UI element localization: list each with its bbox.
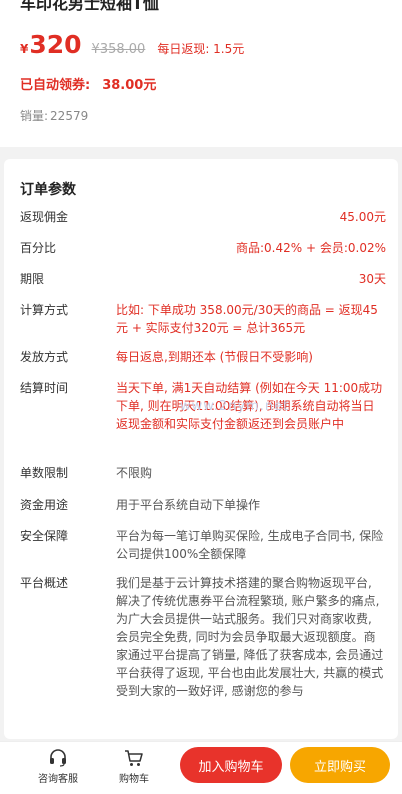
param-label: 返现佣金 <box>20 210 69 224</box>
param-label: 期限 <box>20 272 45 286</box>
buy-now-button[interactable]: 立即购买 <box>290 747 390 783</box>
price-row: ¥ 320 ¥358.00 每日返现: 1.5元 <box>20 30 244 64</box>
bottom-action-bar: 咨询客服 购物车 加入购物车 立即购买 <box>0 741 402 794</box>
param-label: 平台概述 <box>20 576 69 590</box>
sales-info: 销量: 22579 <box>20 107 88 124</box>
coupon-amount: 38.00元 <box>102 78 157 93</box>
coupon-label: 已自动领券: <box>20 78 91 93</box>
customer-service-label: 咨询客服 <box>38 774 78 785</box>
param-label: 安全保障 <box>20 529 69 543</box>
daily-cashback: 每日返现: 1.5元 <box>157 42 245 56</box>
param-value: 每日返息,到期还本 (节假日不受影响) <box>116 350 313 364</box>
headset-icon <box>50 749 66 767</box>
param-value: 用于平台系统自动下单操作 <box>116 498 261 512</box>
param-value: 比如: 下单成功 358.00元/30天的商品 = 返现45元 + 实际支付32… <box>116 303 378 335</box>
original-price: ¥358.00 <box>91 42 146 57</box>
param-label: 发放方式 <box>20 350 69 364</box>
param-label: 单数限制 <box>20 466 69 480</box>
param-value: 30天 <box>358 272 386 286</box>
product-title: 车印花男士短袖T恤 <box>20 0 159 13</box>
coupon-info: 已自动领券: 38.00元 <box>20 74 156 93</box>
param-value: 平台为每一笔订单购买保险, 生成电子合同书, 保险公司提供100%全额保障 <box>116 529 384 561</box>
customer-service-button[interactable]: 咨询客服 <box>30 748 86 785</box>
param-value: 45.00元 <box>339 210 386 224</box>
add-to-cart-button[interactable]: 加入购物车 <box>180 747 282 783</box>
param-label: 结算时间 <box>20 381 69 395</box>
param-value: 不限购 <box>116 466 153 480</box>
sales-count: 22579 <box>50 109 89 123</box>
sales-label: 销量: <box>20 109 49 123</box>
order-params-title: 订单参数 <box>20 182 76 198</box>
param-label: 计算方式 <box>20 303 69 317</box>
cart-button[interactable]: 购物车 <box>106 748 162 785</box>
product-card: 车印花男士短袖T恤 ¥ 320 ¥358.00 每日返现: 1.5元 已自动领券… <box>0 0 402 147</box>
current-price: 320 <box>29 30 82 59</box>
cart-icon <box>125 750 143 766</box>
param-label: 资金用途 <box>20 498 69 512</box>
currency-symbol: ¥ <box>20 42 29 56</box>
cart-label: 购物车 <box>119 774 149 785</box>
param-label: 百分比 <box>20 241 57 255</box>
param-value: 当天下单, 满1天自动结算 (例如在今天 11:00成功下单, 则在明天11:0… <box>116 381 383 431</box>
order-params-card: 订单参数 返现佣金 45.00元 百分比 商品:0.42% + 会员:0.02%… <box>4 159 398 739</box>
param-value: 我们是基于云计算技术搭建的聚合购物返现平台, 解决了传统优惠券平台流程繁琐, 账… <box>116 576 384 698</box>
param-value: 商品:0.42% + 会员:0.02% <box>235 241 386 255</box>
